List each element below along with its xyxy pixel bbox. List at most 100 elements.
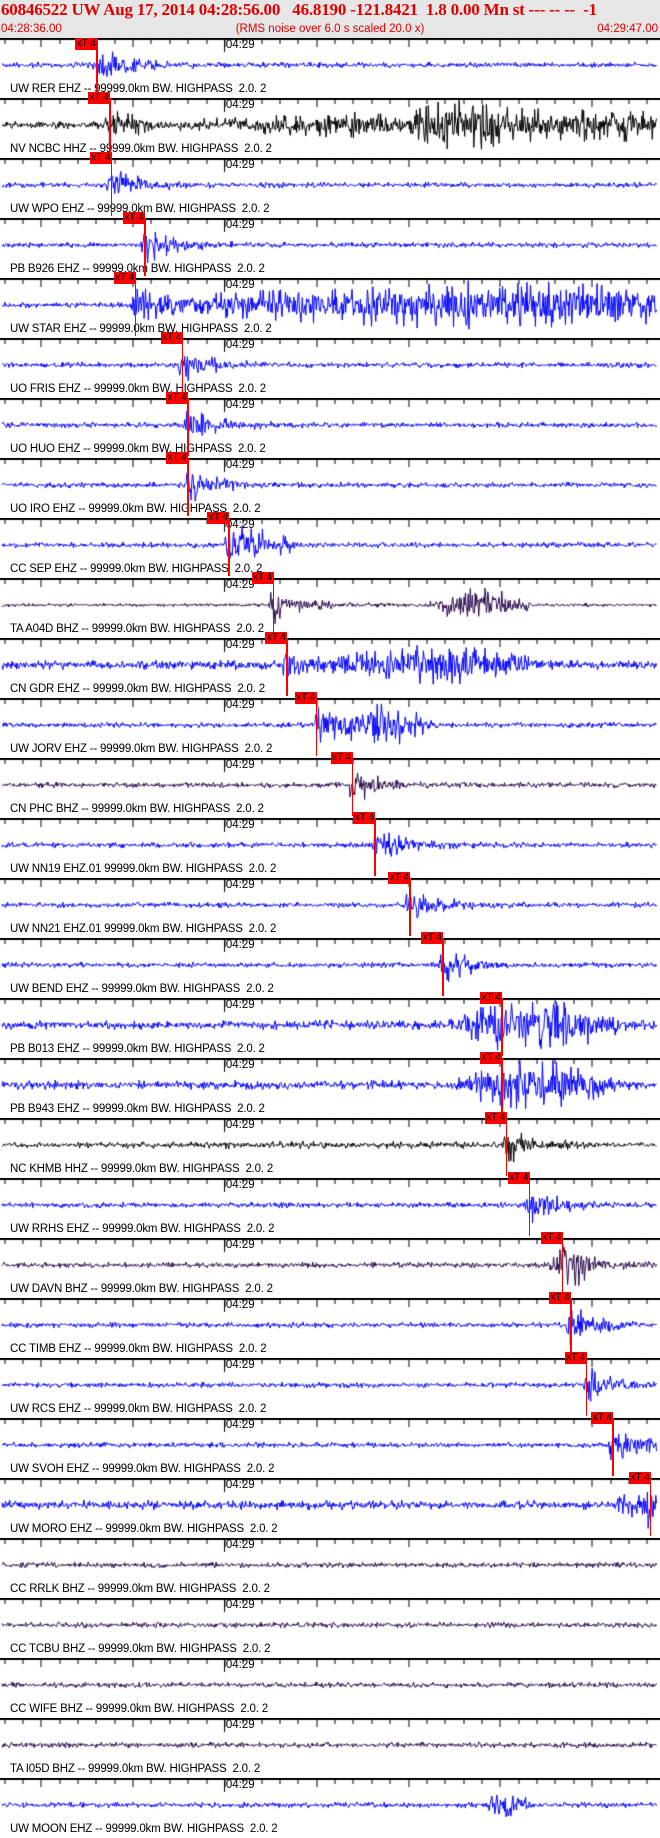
- trace-label: UW NN19 EHZ.01 99999.0km BW. HIGHPASS 2.…: [10, 863, 277, 875]
- minute-tick-label: 04:29: [225, 519, 255, 531]
- minute-tick-label: 04:29: [225, 1539, 255, 1551]
- trace-panel: 04:29 UW DAVN BHZ -- 99999.0km BW. HIGHPA…: [0, 1232, 660, 1298]
- pick-label[interactable]: xT 4: [88, 92, 111, 104]
- trace-label: TA I05D BHZ -- 99999.0km BW. HIGHPASS 2.…: [10, 1763, 261, 1775]
- pick-marker-line: [585, 1358, 588, 1416]
- trace-label: UW JORV EHZ -- 99999.0km BW. HIGHPASS 2.…: [10, 743, 273, 755]
- minute-tick-label: 04:29: [225, 39, 255, 51]
- pick-marker-line: [181, 338, 184, 396]
- pick-label[interactable]: xT 4: [480, 1052, 503, 1064]
- pick-label[interactable]: xT 4: [507, 1172, 530, 1184]
- trace-label: UW STAR EHZ -- 99999.0km BW. HIGHPASS 2.…: [10, 323, 272, 335]
- pick-label[interactable]: xT 4: [540, 1232, 563, 1244]
- event-title: 60846522 UW Aug 17, 2014 04:28:56.00 46.…: [1, 0, 597, 19]
- pick-label[interactable]: xT 4: [353, 812, 376, 824]
- minute-tick-label: 04:29: [225, 1779, 255, 1791]
- trace-label: UW DAVN BHZ -- 99999.0km BW. HIGHPASS 2.…: [10, 1283, 273, 1295]
- pick-label[interactable]: xT 4: [265, 632, 288, 644]
- trace-label: UW SVOH EHZ -- 99999.0km BW. HIGHPASS 2.…: [10, 1463, 275, 1475]
- pick-label[interactable]: xT 4: [330, 752, 353, 764]
- trace-panel: 04:29 CN GDR EHZ -- 99999.0km BW. HIGHPAS…: [0, 632, 660, 698]
- pick-label[interactable]: xT 4: [207, 512, 230, 524]
- trace-panel: 04:29 TA A04D BHZ -- 99999.0km BW. HIGHPA…: [0, 572, 660, 638]
- pick-marker-line: [228, 518, 230, 576]
- pick-marker-line: [561, 1238, 564, 1296]
- pick-marker-line: [286, 638, 288, 696]
- pick-label[interactable]: xT 4: [75, 38, 98, 50]
- trace-label: UO FRIS EHZ -- 99999.0km BW. HIGHPASS 2.…: [10, 383, 266, 395]
- trace-label: PB B926 EHZ -- 99999.0km BW. HIGHPASS 2.…: [10, 263, 265, 275]
- pick-label[interactable]: xT 4: [549, 1292, 572, 1304]
- trace-label: PB B013 EHZ -- 99999.0km BW. HIGHPASS 2.…: [10, 1043, 265, 1055]
- pick-label[interactable]: xT 4: [564, 1352, 587, 1364]
- trace-label: CN PHC BHZ -- 99999.0km BW. HIGHPASS 2.0…: [10, 803, 264, 815]
- trace-panel: 04:29 UO HUO EHZ -- 99999.0km BW. HIGHPAS…: [0, 392, 660, 458]
- pick-label[interactable]: xT 4: [166, 452, 189, 464]
- trace-panel: 04:29 CC SEP EHZ -- 99999.0km BW. HIGHPAS…: [0, 512, 660, 578]
- pick-marker-line: [272, 578, 275, 636]
- minute-tick-label: 04:29: [225, 1239, 255, 1251]
- trace-panel: 04:29 UW NN19 EHZ.01 99999.0km BW. HIGHPA…: [0, 812, 660, 878]
- trace-panel: 04:29 UW SVOH EHZ -- 99999.0km BW. HIGHPA…: [0, 1412, 660, 1478]
- pick-label[interactable]: xT 4: [251, 572, 274, 584]
- pick-label[interactable]: xT 4: [591, 1412, 614, 1424]
- pick-marker-line: [134, 278, 137, 336]
- minute-tick-label: 04:29: [225, 99, 255, 111]
- trace-panel: 04:29 UW WPO EHZ -- 99999.0km BW. HIGHPAS…: [0, 152, 660, 218]
- pick-marker-line: [187, 398, 189, 456]
- trace-panel: 04:29 UW BEND EHZ -- 99999.0km BW. HIGHPA…: [0, 932, 660, 998]
- pick-label[interactable]: xT 4: [89, 152, 112, 164]
- trace-panel: 04:29 CC RRLK BHZ -- 99999.0km BW. HIGHPA…: [0, 1538, 660, 1598]
- pick-marker-line: [110, 158, 113, 216]
- pick-label[interactable]: xT 4: [113, 272, 136, 284]
- trace-panel: 04:29 TA I05D BHZ -- 99999.0km BW. HIGHPA…: [0, 1718, 660, 1778]
- minute-tick-label: 04:29: [225, 939, 255, 951]
- pick-label[interactable]: xT 4: [294, 692, 317, 704]
- minute-tick-label: 04:29: [225, 1059, 255, 1071]
- trace-label: UW MOON EHZ -- 99999.0km BW. HIGHPASS 2.…: [10, 1823, 278, 1835]
- minute-tick-label: 04:29: [225, 1179, 255, 1191]
- pick-marker-line: [528, 1178, 531, 1236]
- trace-label: TA A04D BHZ -- 99999.0km BW. HIGHPASS 2.…: [10, 623, 264, 635]
- pick-label[interactable]: xT 4: [166, 392, 189, 404]
- minute-tick-label: 04:29: [225, 399, 255, 411]
- minute-tick-label: 04:29: [225, 1119, 255, 1131]
- pick-marker-line: [187, 458, 189, 516]
- trace-panel: 04:29 UW JORV EHZ -- 99999.0km BW. HIGHPA…: [0, 692, 660, 758]
- trace-label: UW RRHS EHZ -- 99999.0km BW. HIGHPASS 2.…: [10, 1223, 275, 1235]
- trace-label: UW RER EHZ -- 99999.0km BW. HIGHPASS 2.0…: [10, 83, 267, 95]
- minute-tick-label: 04:29: [225, 459, 255, 471]
- pick-label[interactable]: xT 4: [123, 212, 145, 224]
- minute-tick-label: 04:29: [225, 579, 255, 591]
- trace-panel: 04:29 UW RRHS EHZ -- 99999.0km BW. HIGHPA…: [0, 1172, 660, 1238]
- trace-label: CN GDR EHZ -- 99999.0km BW. HIGHPASS 2.0…: [10, 683, 265, 695]
- trace-label: UW MORO EHZ -- 99999.0km BW. HIGHPASS 2.…: [10, 1523, 278, 1535]
- minute-tick-label: 04:29: [225, 879, 255, 891]
- trace-label: UO HUO EHZ -- 99999.0km BW. HIGHPASS 2.0…: [10, 443, 266, 455]
- trace-label: CC RRLK BHZ -- 99999.0km BW. HIGHPASS 2.…: [10, 1583, 270, 1595]
- seismogram-traces: 04:29 UW RER EHZ -- 99999.0km BW. HIGHPAS…: [0, 38, 660, 1838]
- trace-panel: 04:29 UW RER EHZ -- 99999.0km BW. HIGHPAS…: [0, 38, 660, 98]
- pick-label[interactable]: xT 4: [160, 332, 183, 344]
- pick-label[interactable]: xT 4: [421, 932, 444, 944]
- trace-panel: 04:29 UW MORO EHZ -- 99999.0km BW. HIGHPA…: [0, 1472, 660, 1538]
- trace-panel: 04:29 PB B943 EHZ -- 99999.0km BW. HIGHPA…: [0, 1052, 660, 1118]
- minute-tick-label: 04:29: [225, 279, 255, 291]
- trace-panel: 04:29 PB B013 EHZ -- 99999.0km BW. HIGHPA…: [0, 992, 660, 1058]
- pick-label[interactable]: xT 4: [388, 872, 411, 884]
- pick-label[interactable]: xT 4: [484, 1112, 507, 1124]
- trace-label: CC SEP EHZ -- 99999.0km BW. HIGHPASS 2.0…: [10, 563, 263, 575]
- trace-panel: 04:29 UW STAR EHZ -- 99999.0km BW. HIGHPA…: [0, 272, 660, 338]
- trace-label: UW RCS EHZ -- 99999.0km BW. HIGHPASS 2.0…: [10, 1403, 267, 1415]
- trace-panel: 04:29 UW NN21 EHZ.01 99999.0km BW. HIGHPA…: [0, 872, 660, 938]
- minute-tick-label: 04:29: [225, 699, 255, 711]
- trace-panel: 04:29 CC WIFE BHZ -- 99999.0km BW. HIGHPA…: [0, 1658, 660, 1718]
- pick-marker-line: [570, 1298, 572, 1356]
- trace-panel: 04:29 NV NCBC HHZ -- 99999.0km BW. HIGHPA…: [0, 92, 660, 158]
- minute-tick-label: 04:29: [225, 1299, 255, 1311]
- pick-label[interactable]: xT 4: [480, 992, 503, 1004]
- pick-marker-line: [649, 1478, 652, 1536]
- minute-tick-label: 04:29: [225, 639, 255, 651]
- minute-tick-label: 04:29: [225, 1599, 255, 1611]
- pick-label[interactable]: xT 4: [628, 1472, 651, 1484]
